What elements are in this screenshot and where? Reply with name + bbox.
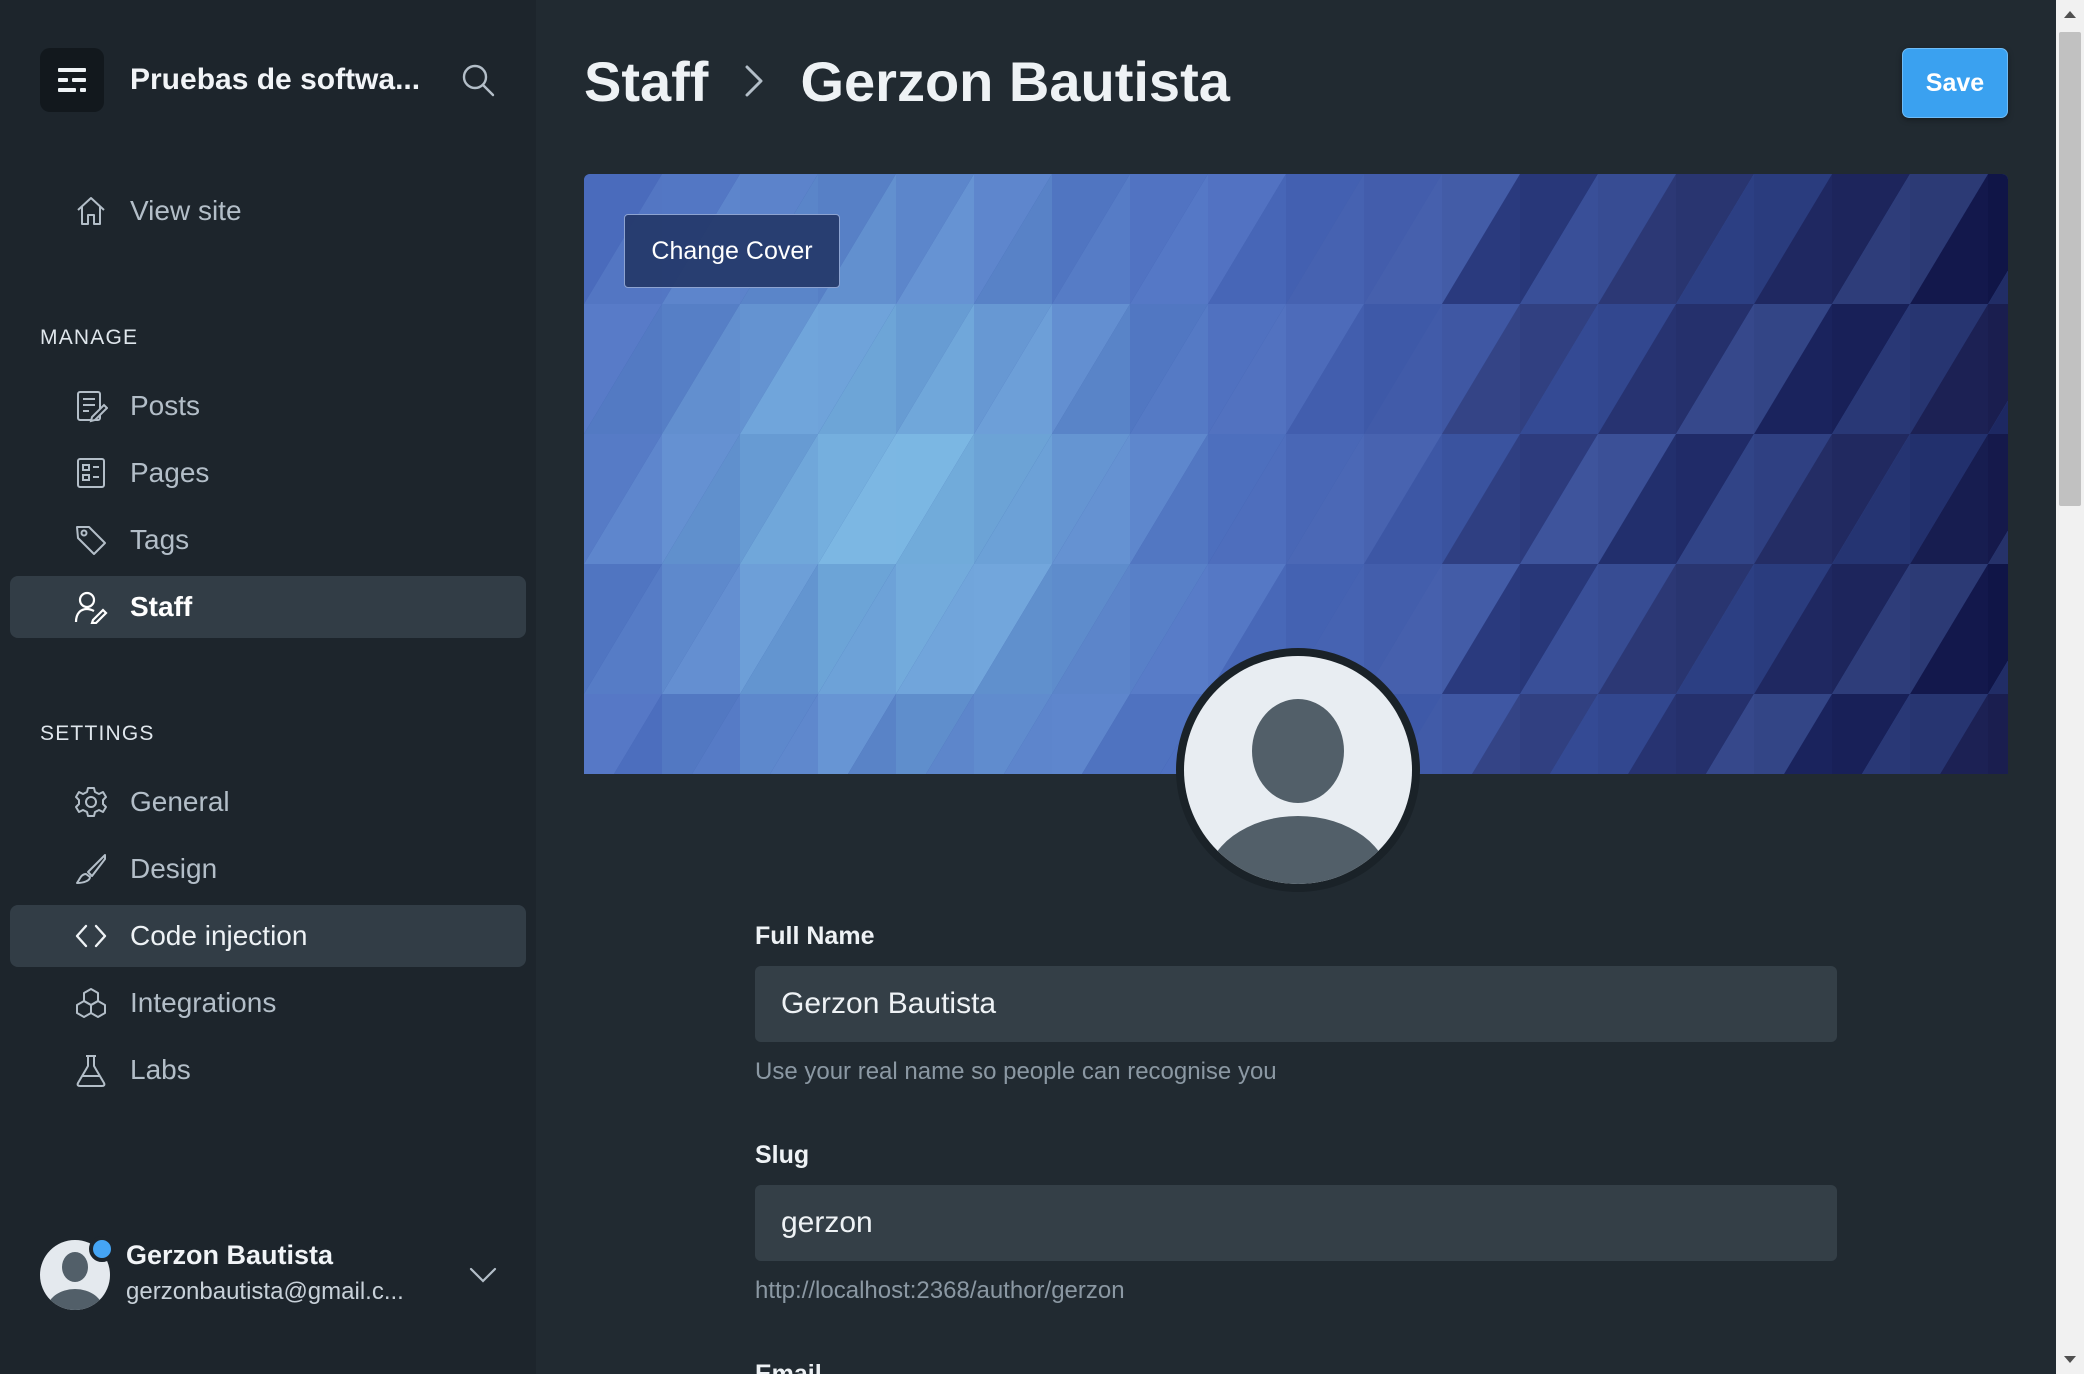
chevron-right-icon xyxy=(730,57,778,105)
breadcrumb-parent-link[interactable]: Staff xyxy=(584,49,708,114)
user-name: Gerzon Bautista xyxy=(126,1240,334,1270)
profile-picture[interactable] xyxy=(1176,648,1420,892)
sidebar-item-label: Integrations xyxy=(130,987,277,1018)
sidebar-item-pages[interactable]: Pages xyxy=(10,442,526,504)
sidebar-item-label: Posts xyxy=(130,390,201,421)
scrollbar[interactable] xyxy=(2056,0,2084,1374)
main-content: Staff Gerzon Bautista Save Change Cover … xyxy=(536,0,2056,1374)
user-menu[interactable]: Gerzon Bautista gerzonbautista@gmail.c..… xyxy=(40,1236,510,1316)
page-title: Gerzon Bautista xyxy=(800,49,1230,113)
gear-icon xyxy=(72,783,110,821)
home-icon xyxy=(72,192,110,230)
flask-icon xyxy=(72,1051,110,1089)
sidebar-item-label: Code injection xyxy=(130,920,308,951)
sidebar-item-label: View site xyxy=(130,195,242,226)
sidebar-item-general[interactable]: General xyxy=(10,771,526,833)
posts-icon xyxy=(72,387,110,425)
sidebar-item-design[interactable]: Design xyxy=(10,838,526,900)
change-cover-button[interactable]: Change Cover xyxy=(624,214,840,288)
sidebar-item-label: General xyxy=(130,786,230,817)
sidebar-item-integrations[interactable]: Integrations xyxy=(10,972,526,1034)
sidebar-item-label: Staff xyxy=(130,591,193,622)
tag-icon xyxy=(72,521,110,559)
sidebar: Pruebas de softwa... View site MANAGE Po… xyxy=(0,0,536,1374)
scroll-thumb[interactable] xyxy=(2059,32,2081,506)
sidebar-item-label: Labs xyxy=(130,1054,191,1085)
email-label: Email xyxy=(755,1360,822,1374)
full-name-field[interactable]: Gerzon Bautista xyxy=(755,966,1837,1042)
sidebar-item-view-site[interactable]: View site xyxy=(10,180,526,242)
sidebar-item-tags[interactable]: Tags xyxy=(10,509,526,571)
save-button[interactable]: Save xyxy=(1902,48,2008,118)
cover-tile xyxy=(1988,694,2008,774)
sidebar-item-staff[interactable]: Staff xyxy=(10,576,526,638)
status-dot-icon xyxy=(89,1236,115,1262)
user-email: gerzonbautista@gmail.c... xyxy=(126,1278,404,1305)
code-icon xyxy=(72,917,110,955)
manage-section-label: MANAGE xyxy=(40,326,139,349)
full-name-hint: Use your real name so people can recogni… xyxy=(755,1058,1277,1085)
staff-icon xyxy=(72,588,110,626)
sidebar-item-posts[interactable]: Posts xyxy=(10,375,526,437)
slug-label: Slug xyxy=(755,1141,810,1169)
sidebar-item-label: Pages xyxy=(130,457,210,488)
sidebar-item-label: Design xyxy=(130,853,218,884)
settings-section-label: SETTINGS xyxy=(40,722,155,745)
full-name-label: Full Name xyxy=(755,922,875,950)
integrations-icon xyxy=(72,984,110,1022)
brush-icon xyxy=(72,850,110,888)
scroll-down-icon[interactable] xyxy=(2056,1346,2084,1374)
breadcrumb: Staff Gerzon Bautista xyxy=(584,46,1230,116)
user-placeholder-icon xyxy=(1184,656,1412,884)
site-logo-icon xyxy=(40,48,104,112)
brand[interactable]: Pruebas de softwa... xyxy=(40,48,420,112)
pages-icon xyxy=(72,454,110,492)
search-icon[interactable] xyxy=(458,60,498,100)
sidebar-item-code-injection[interactable]: Code injection xyxy=(10,905,526,967)
sidebar-item-labs[interactable]: Labs xyxy=(10,1039,526,1101)
scroll-up-icon[interactable] xyxy=(2056,0,2084,28)
site-title: Pruebas de softwa... xyxy=(130,63,421,96)
slug-url-hint: http://localhost:2368/author/gerzon xyxy=(755,1277,1125,1304)
sidebar-item-label: Tags xyxy=(130,524,190,555)
slug-field[interactable]: gerzon xyxy=(755,1185,1837,1261)
app-window: Pruebas de softwa... View site MANAGE Po… xyxy=(0,0,2084,1374)
chevron-down-icon[interactable] xyxy=(466,1258,500,1292)
